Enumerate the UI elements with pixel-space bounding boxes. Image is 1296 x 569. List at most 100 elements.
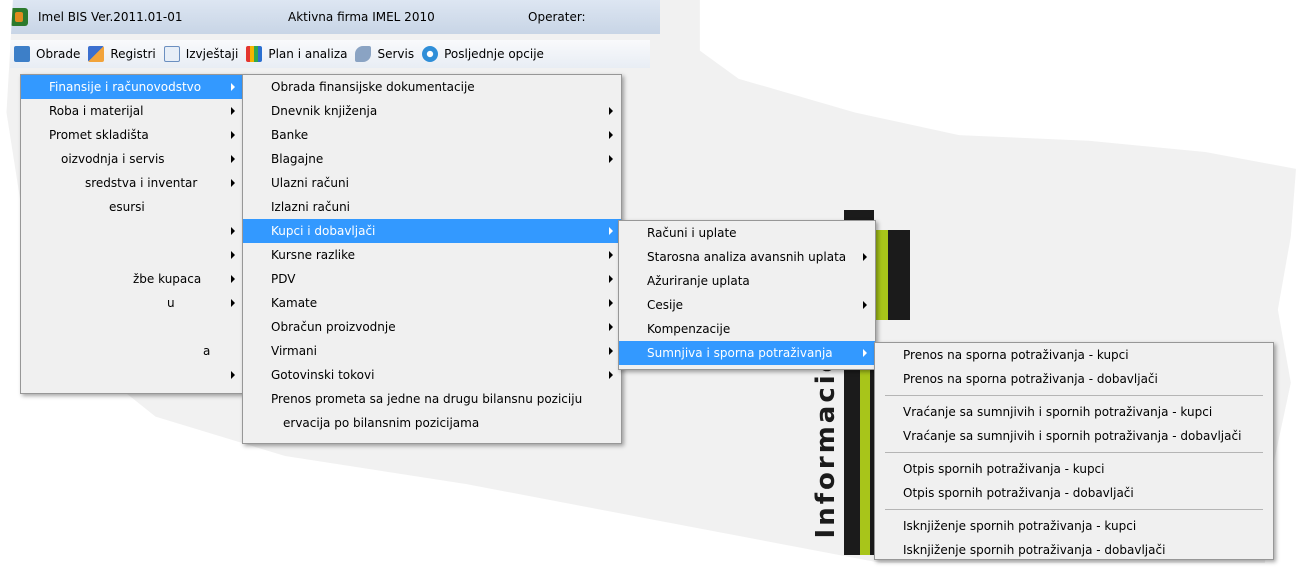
menu-item-banke[interactable]: Banke	[243, 123, 621, 147]
menu-item-gotovinski-tokovi[interactable]: Gotovinski tokovi	[243, 363, 621, 387]
menu-item-label: Roba i materijal	[49, 104, 144, 118]
operator-label: Operater:	[528, 10, 586, 24]
menu-servis[interactable]: Servis	[351, 42, 418, 66]
menu-registri[interactable]: Registri	[84, 42, 159, 66]
menu-item-otpis-dobavljaci[interactable]: Otpis spornih potraživanja - dobavljači	[875, 481, 1273, 505]
menu-item-prenos-prometa[interactable]: Prenos prometa sa jedne na drugu bilansn…	[243, 387, 621, 411]
menu-item-otpis-kupci[interactable]: Otpis spornih potraživanja - kupci	[875, 457, 1273, 481]
menu-item-label: Finansije i računovodstvo	[49, 80, 202, 94]
menu-item-label: Prenos prometa sa jedne na drugu bilansn…	[271, 392, 583, 406]
menu-item-starosna-analiza[interactable]: Starosna analiza avansnih uplata	[619, 245, 875, 269]
menu-item-promet-skladista[interactable]: Promet skladišta	[21, 123, 243, 147]
wrench-icon	[355, 46, 372, 62]
menu-item-label: Starosna analiza avansnih uplata	[647, 250, 847, 264]
menu-item-kompenzacije[interactable]: Kompenzacije	[619, 317, 875, 341]
menu-item-resursi[interactable]: esursi	[21, 195, 243, 219]
menu-item-hidden-3[interactable]: u	[21, 291, 243, 315]
report-icon	[163, 46, 180, 62]
menu-item-obracun-proizvodnje[interactable]: Obračun proizvodnje	[243, 315, 621, 339]
menu-item-proizvodnja[interactable]: oizvodnja i servis	[21, 147, 243, 171]
menu-item-label: Virmani	[271, 344, 317, 358]
menu-item-label: Isknjiženje spornih potraživanja - kupci	[903, 519, 1137, 533]
menu-item-roba[interactable]: Roba i materijal	[21, 99, 243, 123]
menu-item-label: Vraćanje sa sumnjivih i spornih potraživ…	[903, 429, 1242, 443]
menu-item-pdv[interactable]: PDV	[243, 267, 621, 291]
menu-item-isknjizenje-kupci[interactable]: Isknjiženje spornih potraživanja - kupci	[875, 514, 1273, 538]
chevron-right-icon	[231, 83, 235, 91]
menu-item-dnevnik[interactable]: Dnevnik knjiženja	[243, 99, 621, 123]
menu-item-hidden-2[interactable]	[21, 243, 243, 267]
menu-item-isknjizenje-dobavljaci[interactable]: Isknjiženje spornih potraživanja - dobav…	[875, 538, 1273, 562]
menu-item-vracanje-kupci[interactable]: Vraćanje sa sumnjivih i spornih potraživ…	[875, 400, 1273, 424]
menu-label: Plan i analiza	[268, 47, 348, 61]
menu-item-blagajne[interactable]: Blagajne	[243, 147, 621, 171]
menu-item-label: ervacija po bilansnim pozicijama	[283, 416, 480, 430]
menu-item-kupci-dobavljaci[interactable]: Kupci i dobavljači	[243, 219, 621, 243]
menu-item-label: PDV	[271, 272, 296, 286]
chevron-right-icon	[609, 371, 613, 379]
menu-item-label: Isknjiženje spornih potraživanja - dobav…	[903, 543, 1166, 557]
menu-item-label: Obračun proizvodnje	[271, 320, 396, 334]
submenu-finansije: Obrada finansijske dokumentacije Dnevnik…	[242, 74, 622, 444]
menu-label: Izvještaji	[185, 47, 239, 61]
menu-item-label: Prenos na sporna potraživanja - dobavlja…	[903, 372, 1158, 386]
window-title: Imel BIS Ver.2011.01-01	[38, 10, 183, 24]
menu-item-sluzbe-kupaca[interactable]: žbe kupaca	[21, 267, 243, 291]
menu-item-virmani[interactable]: Virmani	[243, 339, 621, 363]
chevron-right-icon	[863, 349, 867, 357]
chevron-right-icon	[231, 107, 235, 115]
chevron-right-icon	[231, 155, 235, 163]
menu-item-label: Dnevnik knjiženja	[271, 104, 378, 118]
title-bar: Imel BIS Ver.2011.01-01 Aktivna firma IM…	[6, 0, 660, 34]
submenu-sumnjiva-sporna: Prenos na sporna potraživanja - kupci Pr…	[874, 342, 1274, 560]
menu-posljednje-opcije[interactable]: Posljednje opcije	[418, 42, 548, 66]
menu-item-ulazni-racuni[interactable]: Ulazni računi	[243, 171, 621, 195]
menu-item-kamate[interactable]: Kamate	[243, 291, 621, 315]
menu-item-label: žbe kupaca	[133, 272, 202, 286]
menu-item-prenos-kupci[interactable]: Prenos na sporna potraživanja - kupci	[875, 343, 1273, 367]
menu-item-prenos-dobavljaci[interactable]: Prenos na sporna potraživanja - dobavlja…	[875, 367, 1273, 391]
menu-item-label: u	[167, 296, 175, 310]
logo-stripe-green-lower	[860, 350, 870, 555]
menu-item-label: Obrada finansijske dokumentacije	[271, 80, 475, 94]
menu-label: Registri	[110, 47, 156, 61]
menu-item-label: Blagajne	[271, 152, 324, 166]
menu-item-sredstva[interactable]: sredstva i inventar	[21, 171, 243, 195]
menu-item-rezervacija[interactable]: ervacija po bilansnim pozicijama	[243, 411, 621, 435]
menu-item-cesije[interactable]: Cesije	[619, 293, 875, 317]
menu-label: Servis	[377, 47, 415, 61]
menu-item-hidden-5[interactable]: a	[21, 339, 243, 363]
chevron-right-icon	[863, 301, 867, 309]
chevron-right-icon	[609, 227, 613, 235]
menu-item-finansije[interactable]: Finansije i računovodstvo	[21, 75, 243, 99]
chevron-right-icon	[609, 323, 613, 331]
chevron-right-icon	[609, 107, 613, 115]
menu-item-obrada-fin-dok[interactable]: Obrada finansijske dokumentacije	[243, 75, 621, 99]
menu-label: Posljednje opcije	[444, 47, 544, 61]
menu-item-hidden-6[interactable]	[21, 363, 243, 387]
menu-item-label: Ulazni računi	[271, 176, 349, 190]
menu-izvjestaji[interactable]: Izvještaji	[160, 42, 243, 66]
menu-item-sumnjiva-sporna[interactable]: Sumnjiva i sporna potraživanja	[619, 341, 875, 365]
menu-item-vracanje-dobavljaci[interactable]: Vraćanje sa sumnjivih i spornih potraživ…	[875, 424, 1273, 448]
menu-item-label: Kursne razlike	[271, 248, 356, 262]
menu-item-izlazni-racuni[interactable]: Izlazni računi	[243, 195, 621, 219]
menu-item-label: Kupci i dobavljači	[271, 224, 376, 238]
chevron-right-icon	[231, 131, 235, 139]
menu-item-label: Prenos na sporna potraživanja - kupci	[903, 348, 1129, 362]
chevron-right-icon	[231, 299, 235, 307]
chevron-right-icon	[609, 347, 613, 355]
menu-plan-i-analiza[interactable]: Plan i analiza	[242, 42, 351, 66]
menu-item-hidden-4[interactable]	[21, 315, 243, 339]
menu-item-azuriranje-uplata[interactable]: Ažuriranje uplata	[619, 269, 875, 293]
menu-item-hidden-1[interactable]	[21, 219, 243, 243]
menu-item-racuni-uplate[interactable]: Računi i uplate	[619, 221, 875, 245]
pencil-icon	[88, 46, 105, 62]
logo-stripe-green	[874, 230, 888, 320]
menu-separator	[885, 452, 1263, 453]
chevron-right-icon	[231, 371, 235, 379]
menu-item-label: Banke	[271, 128, 309, 142]
menu-obrade[interactable]: Obrade	[10, 42, 84, 66]
menu-item-label: sredstva i inventar	[85, 176, 198, 190]
menu-item-kursne-razlike[interactable]: Kursne razlike	[243, 243, 621, 267]
